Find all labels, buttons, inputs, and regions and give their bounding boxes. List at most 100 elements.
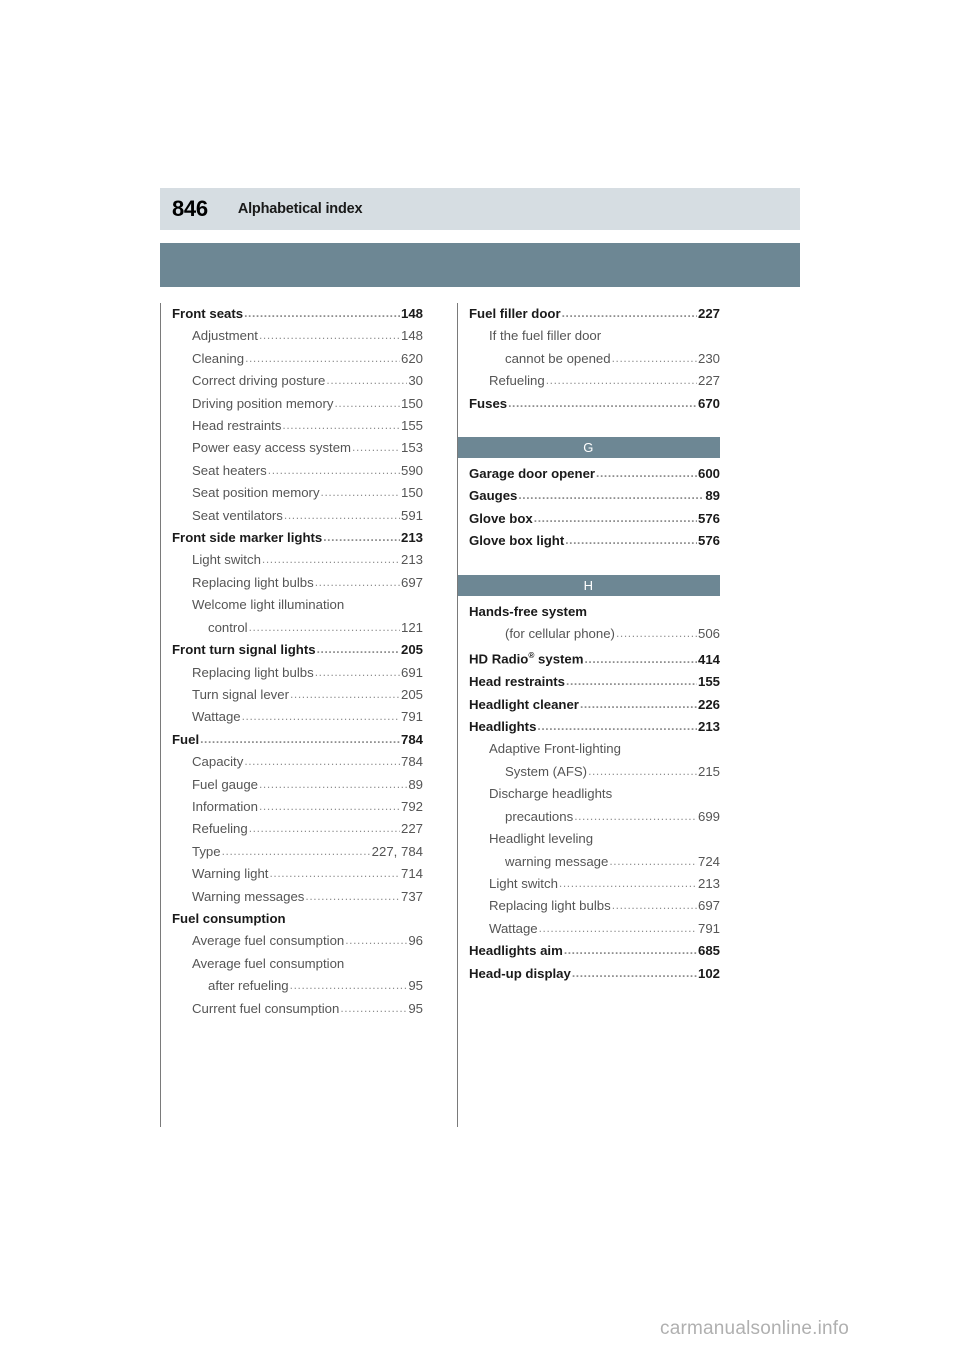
- index-entry[interactable]: Headlights 213: [469, 716, 720, 738]
- index-entry[interactable]: Front side marker lights 213: [172, 527, 423, 549]
- dot-leader: [242, 705, 400, 727]
- index-entry-label: Refueling: [489, 373, 545, 389]
- index-entry[interactable]: Warning light 714: [172, 863, 423, 885]
- index-entry-page-number: 227, 784: [371, 843, 423, 859]
- index-entry[interactable]: Type 227, 784: [172, 841, 423, 863]
- index-entry[interactable]: Wattage 791: [172, 706, 423, 728]
- index-entry-page-number: 215: [697, 763, 720, 779]
- index-entry[interactable]: Replacing light bulbs 691: [172, 662, 423, 684]
- index-entry[interactable]: Gauges 89: [469, 485, 720, 507]
- index-entry[interactable]: Replacing light bulbs 697: [172, 572, 423, 594]
- index-entry[interactable]: Correct driving posture 30: [172, 370, 423, 392]
- index-entry[interactable]: Welcome light illumination: [172, 594, 423, 616]
- dot-leader: [564, 939, 697, 961]
- dot-leader: [259, 324, 400, 346]
- index-entry[interactable]: Cleaning 620: [172, 348, 423, 370]
- index-entry[interactable]: Average fuel consumption: [172, 953, 423, 975]
- index-entry-label: Power easy access system: [192, 440, 352, 456]
- index-entry-label: Glove box: [469, 510, 533, 526]
- dot-leader: [259, 795, 400, 817]
- index-entry-label: Adjustment: [192, 328, 258, 344]
- index-entry-label: Information: [192, 798, 258, 814]
- index-entry[interactable]: Light switch 213: [172, 549, 423, 571]
- index-entry[interactable]: Front turn signal lights 205: [172, 639, 423, 661]
- index-entry[interactable]: Power easy access system 153: [172, 437, 423, 459]
- index-entry[interactable]: Capacity 784: [172, 751, 423, 773]
- index-entry-label: Capacity: [192, 754, 244, 770]
- index-entry[interactable]: Fuel gauge 89: [172, 774, 423, 796]
- index-entry[interactable]: precautions 699: [469, 806, 720, 828]
- index-entry-page-number: 89: [705, 488, 720, 504]
- index-entry[interactable]: Headlight leveling: [469, 828, 720, 850]
- index-entry[interactable]: after refueling 95: [172, 975, 423, 997]
- index-entry[interactable]: Glove box light 576: [469, 530, 720, 552]
- index-entry[interactable]: Front seats 148: [172, 303, 423, 325]
- index-entry[interactable]: System (AFS) 215: [469, 761, 720, 783]
- index-entry[interactable]: Warning messages 737: [172, 886, 423, 908]
- index-entry[interactable]: control 121: [172, 617, 423, 639]
- index-entry[interactable]: Adaptive Front-lighting: [469, 738, 720, 760]
- index-entry-label: Average fuel consumption: [192, 955, 345, 971]
- index-entry[interactable]: HD Radio® system 414: [469, 645, 720, 671]
- index-entry[interactable]: cannot be opened 230: [469, 348, 720, 370]
- dot-leader: [596, 462, 697, 484]
- index-entry[interactable]: Fuses 670: [469, 393, 720, 415]
- index-entry-page-number: 95: [408, 1000, 423, 1016]
- index-entry[interactable]: Fuel consumption: [172, 908, 423, 930]
- index-entry-page-number: 724: [697, 853, 720, 869]
- dot-leader: [345, 929, 407, 951]
- index-entry[interactable]: Headlights aim 685: [469, 940, 720, 962]
- index-entry-page-number: 96: [408, 933, 423, 949]
- index-entry-page-number: 784: [400, 754, 423, 770]
- index-entry[interactable]: If the fuel filler door: [469, 325, 720, 347]
- index-entry-page-number: 714: [400, 866, 423, 882]
- column-rule-left: [160, 303, 161, 1127]
- index-entry-label: Type: [192, 843, 221, 859]
- index-entry-page-number: 227: [400, 821, 423, 837]
- index-entry[interactable]: Garage door opener 600: [469, 463, 720, 485]
- index-entry-page-number: 150: [400, 395, 423, 411]
- index-entry-label: Fuel: [172, 731, 200, 747]
- index-entry[interactable]: Head restraints 155: [172, 415, 423, 437]
- index-entry[interactable]: Seat heaters 590: [172, 460, 423, 482]
- index-entry[interactable]: Light switch 213: [469, 873, 720, 895]
- index-entry[interactable]: Driving position memory 150: [172, 393, 423, 415]
- index-entry-page-number: 30: [408, 373, 423, 389]
- dot-leader: [566, 670, 697, 692]
- index-entry[interactable]: warning message 724: [469, 851, 720, 873]
- index-entry[interactable]: Discharge headlights: [469, 783, 720, 805]
- index-entry[interactable]: Average fuel consumption 96: [172, 930, 423, 952]
- index-entry[interactable]: Headlight cleaner 226: [469, 694, 720, 716]
- index-entry-page-number: 697: [697, 898, 720, 914]
- index-entry[interactable]: Seat ventilators 591: [172, 505, 423, 527]
- index-entry[interactable]: Fuel 784: [172, 729, 423, 751]
- index-entry-label: Replacing light bulbs: [192, 664, 314, 680]
- index-columns: Front seats 148 Adjustment 148 Cleaning 620 Co…: [160, 303, 800, 1127]
- index-entry[interactable]: Seat position memory 150: [172, 482, 423, 504]
- index-entry[interactable]: Replacing light bulbs 697: [469, 895, 720, 917]
- index-entry-page-number: 150: [400, 485, 423, 501]
- index-entry[interactable]: Wattage 791: [469, 918, 720, 940]
- dot-leader: [580, 693, 697, 715]
- index-entry[interactable]: Turn signal lever 205: [172, 684, 423, 706]
- index-entry-label: Cleaning: [192, 350, 245, 366]
- index-entry[interactable]: (for cellular phone) 506: [469, 623, 720, 645]
- index-entry[interactable]: Adjustment 148: [172, 325, 423, 347]
- index-entry[interactable]: Information 792: [172, 796, 423, 818]
- index-entry[interactable]: Refueling 227: [469, 370, 720, 392]
- dot-leader: [518, 484, 704, 506]
- index-entry[interactable]: Glove box 576: [469, 508, 720, 530]
- index-entry-label: Headlight leveling: [489, 831, 594, 847]
- index-entry[interactable]: Refueling 227: [172, 818, 423, 840]
- index-entry-list-left: Front seats 148 Adjustment 148 Cleaning 620 Co…: [172, 303, 423, 1020]
- dot-leader: [315, 571, 400, 593]
- index-entry[interactable]: Head-up display 102: [469, 963, 720, 985]
- index-entry-page-number: 792: [400, 798, 423, 814]
- dot-leader: [612, 894, 697, 916]
- index-entry[interactable]: Hands-free system: [469, 601, 720, 623]
- index-entry[interactable]: Head restraints 155: [469, 671, 720, 693]
- dot-leader: [317, 638, 400, 660]
- index-entry[interactable]: Current fuel consumption 95: [172, 998, 423, 1020]
- index-entry[interactable]: Fuel filler door 227: [469, 303, 720, 325]
- column-rule-right: [457, 303, 458, 1127]
